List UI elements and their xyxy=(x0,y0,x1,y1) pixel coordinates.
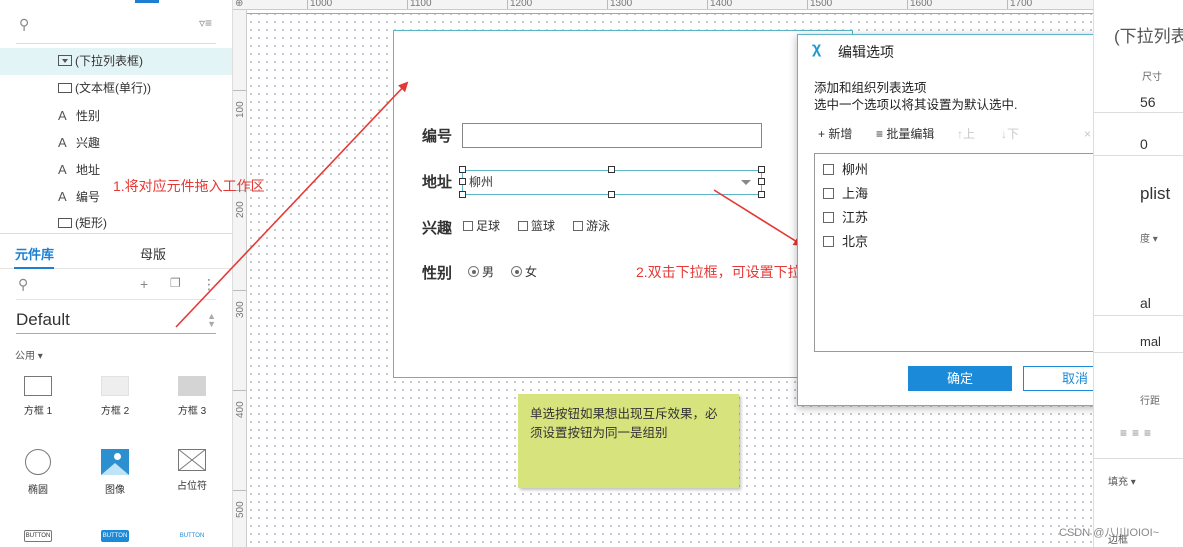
chevron-updown-icon: ▲ ▼ xyxy=(207,311,216,329)
align-icons[interactable]: ≡≡≡ xyxy=(1120,426,1156,440)
option-item[interactable]: 柳州 xyxy=(823,159,868,178)
batch-edit-button[interactable]: ≡ 批量编辑 xyxy=(876,125,934,142)
widget-box3[interactable]: 方框 3 xyxy=(162,376,222,417)
font-weight-field[interactable]: mal xyxy=(1140,334,1161,349)
outline-item-dropdown[interactable]: (下拉列表框) xyxy=(0,48,232,75)
option-item[interactable]: 江苏 xyxy=(823,207,868,226)
list-label: plist xyxy=(1140,184,1171,203)
outline-item-gender[interactable]: A 性别 xyxy=(0,102,232,129)
active-tab-indicator xyxy=(135,0,159,3)
ok-button[interactable]: 确定 xyxy=(908,366,1012,391)
ruler-origin-icon: ⊕ xyxy=(235,0,244,9)
option-item[interactable]: 北京 xyxy=(823,231,868,250)
selection-handle[interactable] xyxy=(758,191,765,198)
size-value[interactable]: 56 xyxy=(1140,94,1156,110)
address-label: 地址 xyxy=(422,174,453,191)
gender-label: 性别 xyxy=(422,265,453,282)
filter-icon[interactable]: ▿≡ xyxy=(199,16,212,30)
text-icon: A xyxy=(58,189,67,204)
hobby-checkbox-swimming[interactable]: 游泳 xyxy=(573,217,610,234)
chevron-down-icon xyxy=(741,180,751,185)
copy-icon[interactable]: ❐ xyxy=(170,276,181,290)
move-down-button[interactable]: ↓下 xyxy=(1001,125,1019,142)
widget-name[interactable]: (下拉列表 xyxy=(1114,22,1183,47)
widget-ellipse[interactable]: 椭圆 xyxy=(8,449,68,496)
widget-box1[interactable]: 方框 1 xyxy=(8,376,68,417)
ruler-top: ⊕ 1000 1100 1200 1300 1400 1500 1600 170… xyxy=(233,0,1093,10)
dialog-title: 编辑选项 xyxy=(838,44,894,60)
widget-placeholder[interactable]: 占位符 xyxy=(162,449,222,492)
outline-search-bar[interactable]: ⚲ ▿≡ xyxy=(16,14,216,44)
tab-underline xyxy=(14,267,54,269)
hobby-label: 兴趣 xyxy=(422,220,453,237)
box-icon xyxy=(178,376,206,396)
image-icon xyxy=(101,449,129,475)
widget-image[interactable]: 图像 xyxy=(85,449,145,496)
ellipse-icon xyxy=(25,449,51,475)
form-frame[interactable]: 编号 地址 柳州 兴趣 足球 篮球 游泳 性别 男 女 xyxy=(393,30,853,378)
placeholder-icon xyxy=(178,449,206,471)
more-icon[interactable]: ⋮ xyxy=(202,276,216,293)
add-option-button[interactable]: + 新增 xyxy=(818,125,852,142)
left-panel: ⚲ ▿≡ (下拉列表框) (文本框(单行)) A 性别 A 兴趣 A 地址 A 编号 (… xyxy=(0,0,233,547)
sub-dropdown[interactable]: 度 ▾ xyxy=(1140,230,1158,245)
dropdown-icon xyxy=(58,55,72,66)
options-list[interactable]: 柳州 上海 江苏 北京 xyxy=(814,153,1127,352)
hobby-checkbox-basketball[interactable]: 篮球 xyxy=(518,217,555,234)
library-toolbar: ⚲ + ❐ ⋮ xyxy=(16,274,216,300)
annotation-step1: 1.将对应元件拖入工作区 xyxy=(113,178,265,194)
add-icon[interactable]: + xyxy=(140,276,148,292)
widget-button1[interactable]: BUTTON xyxy=(8,530,68,542)
sticky-note[interactable]: 单选按钮如果想出现互斥效果，必须设置按钮为同一是组别 xyxy=(518,394,739,488)
hobby-checkbox-football[interactable]: 足球 xyxy=(463,217,500,234)
edit-options-dialog: χ 编辑选项 ✕ 添加和组织列表选项 选中一个选项以将其设置为默认选中. + 新… xyxy=(797,34,1141,406)
library-tabs: 元件库 母版 xyxy=(0,233,232,269)
gender-radio-male[interactable]: 男 xyxy=(468,263,494,280)
watermark: CSDN @八川IOIOI~ xyxy=(1059,527,1160,539)
text-icon: A xyxy=(58,108,67,123)
tab-library[interactable]: 元件库 xyxy=(15,244,54,263)
right-panel: (下拉列表 尺寸 56 0 plist 度 ▾ al mal 行距 ≡≡≡ 填充… xyxy=(1093,0,1183,547)
line-spacing-label[interactable]: 行距 xyxy=(1140,392,1160,407)
rectangle-icon xyxy=(58,218,72,228)
textbox-icon xyxy=(58,83,72,93)
option-item[interactable]: 上海 xyxy=(823,183,868,202)
font-family-field[interactable]: al xyxy=(1140,295,1151,311)
gender-radio-female[interactable]: 女 xyxy=(511,263,537,280)
selection-handle[interactable] xyxy=(459,191,466,198)
text-icon: A xyxy=(58,135,67,150)
ruler-left: 100 200 300 400 500 xyxy=(233,10,247,547)
box-icon xyxy=(24,376,52,396)
library-select[interactable]: Default ▲ ▼ xyxy=(16,306,216,334)
box-icon xyxy=(101,376,129,396)
selection-handle[interactable] xyxy=(459,178,466,185)
widget-button3[interactable]: BUTTON xyxy=(162,530,222,542)
size-label: 尺寸 xyxy=(1142,72,1162,83)
dialog-description: 添加和组织列表选项 选中一个选项以将其设置为默认选中. xyxy=(814,81,1018,112)
search-icon[interactable]: ⚲ xyxy=(19,16,29,33)
outline-item-hobby[interactable]: A 兴趣 xyxy=(0,129,232,156)
selection-handle[interactable] xyxy=(608,166,615,173)
app-logo-icon: χ xyxy=(812,40,822,57)
second-value[interactable]: 0 xyxy=(1140,136,1148,152)
guide-line xyxy=(247,13,1093,14)
widget-button2[interactable]: BUTTON xyxy=(85,530,145,542)
widget-box2[interactable]: 方框 2 xyxy=(85,376,145,417)
outline-item-textbox[interactable]: (文本框(单行)) xyxy=(0,75,232,102)
id-label: 编号 xyxy=(422,128,453,145)
text-icon: A xyxy=(58,162,67,177)
selection-handle[interactable] xyxy=(758,178,765,185)
selection-handle[interactable] xyxy=(758,166,765,173)
library-group-label[interactable]: 公用 ▾ xyxy=(15,347,43,362)
selection-handle[interactable] xyxy=(459,166,466,173)
id-input[interactable] xyxy=(462,123,762,148)
search-icon[interactable]: ⚲ xyxy=(18,276,28,293)
tab-masters[interactable]: 母版 xyxy=(140,244,166,263)
fill-label[interactable]: 填充 ▾ xyxy=(1108,473,1136,488)
selection-handle[interactable] xyxy=(608,191,615,198)
move-up-button[interactable]: ↑上 xyxy=(957,125,975,142)
